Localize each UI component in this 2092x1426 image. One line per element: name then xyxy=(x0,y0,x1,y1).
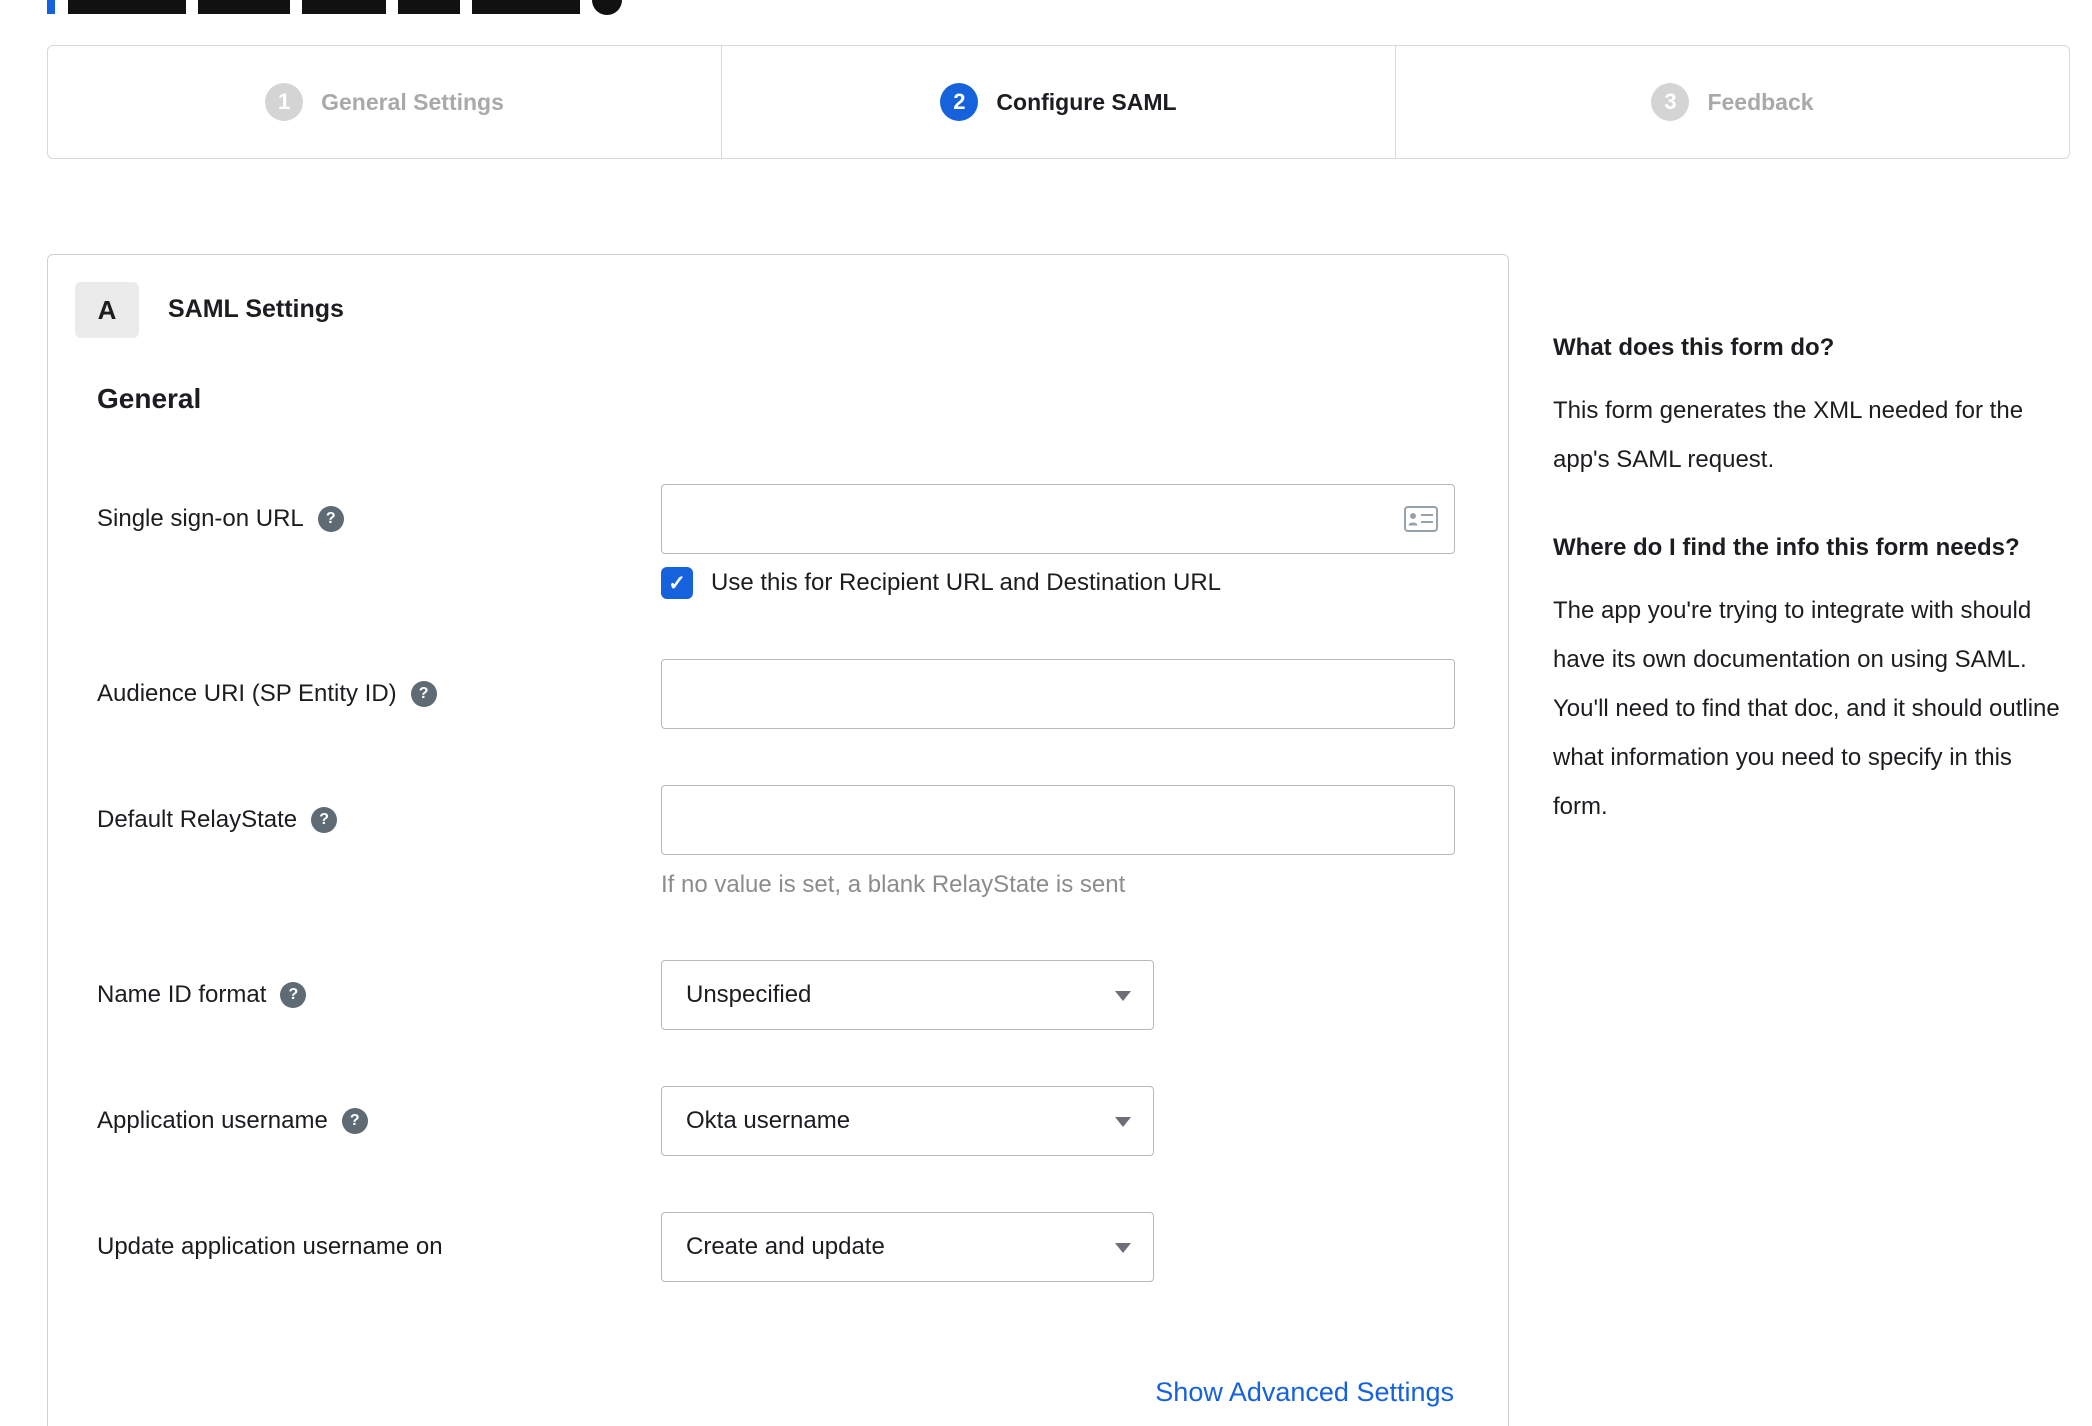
label-text: Single sign-on URL xyxy=(97,505,304,532)
label-text: Update application username on xyxy=(97,1233,443,1260)
sidebar-question-2-body: The app you're trying to integrate with … xyxy=(1553,597,2060,820)
saml-settings-panel: A SAML Settings General Single sign-on U… xyxy=(47,254,1509,1426)
application-username-select[interactable]: Okta username xyxy=(661,1086,1154,1156)
field-label-single-sign-on-url: Single sign-on URL ? xyxy=(97,484,344,554)
clipped-text-fragment xyxy=(198,0,290,14)
field-label-update-app-username: Update application username on xyxy=(97,1212,443,1282)
help-icon[interactable]: ? xyxy=(280,982,307,1008)
clipped-text-fragment xyxy=(47,0,55,14)
label-text: Audience URI (SP Entity ID) xyxy=(97,680,397,707)
select-value: Create and update xyxy=(686,1233,885,1260)
step-number-badge: 3 xyxy=(1651,83,1690,121)
contact-card-icon xyxy=(1404,506,1438,532)
checkbox-label: Use this for Recipient URL and Destinati… xyxy=(711,569,1222,596)
section-title: SAML Settings xyxy=(168,295,344,323)
update-app-username-select[interactable]: Create and update xyxy=(661,1212,1154,1282)
step-number-badge: 2 xyxy=(940,83,979,121)
select-value: Okta username xyxy=(686,1107,851,1134)
help-icon[interactable]: ? xyxy=(317,506,344,532)
step-label: General Settings xyxy=(321,88,504,115)
help-sidebar: What does this form do? This form genera… xyxy=(1553,326,2071,873)
help-icon[interactable]: ? xyxy=(341,1108,368,1134)
chevron-down-icon xyxy=(1115,1117,1131,1127)
help-icon[interactable]: ? xyxy=(410,681,437,707)
chevron-down-icon xyxy=(1115,1243,1131,1253)
field-label-default-relaystate: Default RelayState ? xyxy=(97,785,338,855)
step-configure-saml[interactable]: 2 Configure SAML xyxy=(721,46,1395,158)
select-value: Unspecified xyxy=(686,981,812,1008)
configure-saml-page: 1 General Settings 2 Configure SAML 3 Fe… xyxy=(0,0,2092,1426)
wizard-stepper: 1 General Settings 2 Configure SAML 3 Fe… xyxy=(47,45,2070,159)
clipped-text-fragment xyxy=(302,0,386,14)
audience-uri-input[interactable] xyxy=(661,659,1455,729)
chevron-down-icon xyxy=(1115,991,1131,1001)
relaystate-hint: If no value is set, a blank RelayState i… xyxy=(661,871,1126,898)
show-advanced-settings-link[interactable]: Show Advanced Settings xyxy=(1155,1377,1454,1408)
step-label: Configure SAML xyxy=(996,88,1177,115)
field-label-application-username: Application username ? xyxy=(97,1086,368,1156)
step-label: Feedback xyxy=(1707,88,1814,115)
clipped-text-fragment xyxy=(472,0,580,14)
help-icon[interactable]: ? xyxy=(311,807,338,833)
step-feedback[interactable]: 3 Feedback xyxy=(1395,46,2069,158)
sidebar-question-2-title: Where do I find the info this form needs… xyxy=(1553,534,2020,561)
field-label-name-id-format: Name ID format ? xyxy=(97,960,307,1030)
clipped-page-title xyxy=(0,0,900,16)
default-relaystate-input[interactable] xyxy=(661,785,1455,855)
recipient-url-check-row: ✓ Use this for Recipient URL and Destina… xyxy=(661,567,1221,599)
sidebar-question-1-title: What does this form do? xyxy=(1553,334,1835,361)
name-id-format-select[interactable]: Unspecified xyxy=(661,960,1154,1030)
field-label-audience-uri: Audience URI (SP Entity ID) ? xyxy=(97,659,437,729)
recipient-url-checkbox[interactable]: ✓ xyxy=(661,567,693,599)
clipped-text-fragment xyxy=(398,0,460,14)
step-general-settings[interactable]: 1 General Settings xyxy=(48,46,721,158)
label-text: Name ID format xyxy=(97,981,267,1008)
label-text: Application username xyxy=(97,1107,328,1134)
clipped-help-icon xyxy=(592,0,622,15)
step-number-badge: 1 xyxy=(265,83,304,121)
single-sign-on-url-input[interactable] xyxy=(661,484,1455,554)
group-title: General xyxy=(97,383,202,414)
label-text: Default RelayState xyxy=(97,806,298,833)
sidebar-question-1-body: This form generates the XML needed for t… xyxy=(1553,397,2024,473)
section-badge: A xyxy=(75,282,139,338)
clipped-text-fragment xyxy=(68,0,186,14)
